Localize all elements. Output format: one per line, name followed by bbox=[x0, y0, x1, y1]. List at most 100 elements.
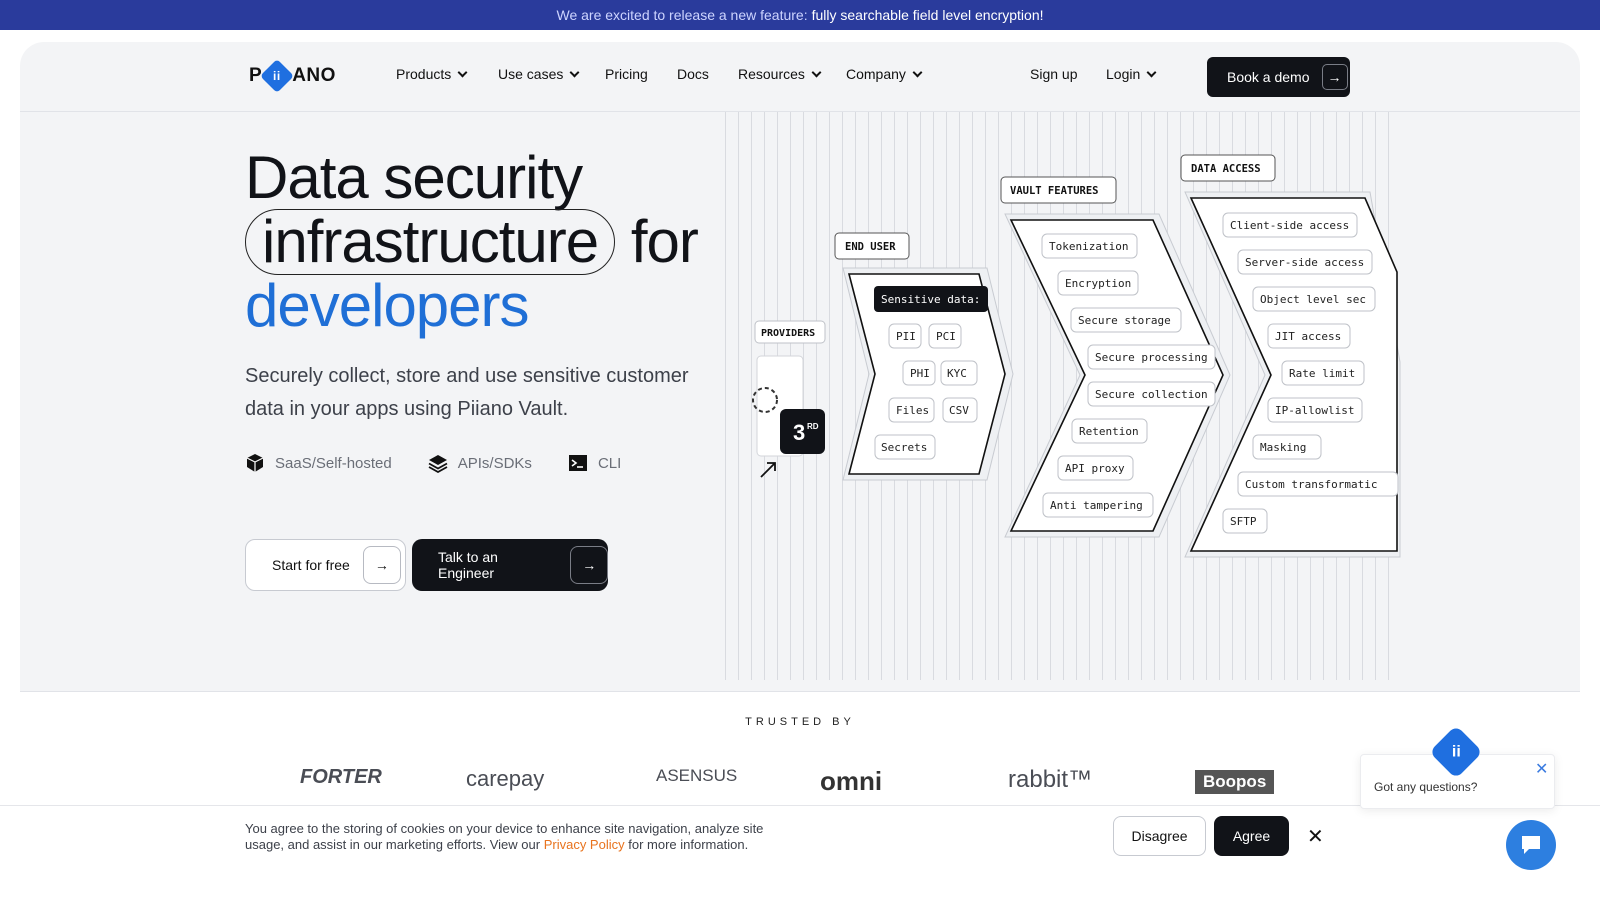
access-server-side: Server-side access bbox=[1245, 256, 1364, 269]
logo-mark-icon: ii bbox=[260, 59, 295, 93]
architecture-diagram: PROVIDERS 3 RD END USER Sensitive data: … bbox=[725, 112, 1401, 680]
hero-title-line3: developers bbox=[245, 272, 530, 339]
hero-title-line2-rest: for bbox=[630, 208, 699, 275]
nav-company-label: Company bbox=[846, 66, 906, 82]
chevron-down-icon bbox=[811, 67, 822, 77]
close-icon[interactable]: ✕ bbox=[1307, 824, 1324, 849]
start-free-button[interactable]: Start for free → bbox=[245, 539, 406, 591]
brand-boopos: Boopos bbox=[1195, 770, 1275, 794]
tag-pci: PCI bbox=[936, 330, 956, 343]
nav-products-label: Products bbox=[396, 66, 452, 82]
chevron-down-icon bbox=[1146, 67, 1157, 77]
start-free-label: Start for free bbox=[272, 557, 350, 573]
feat-tokenization: Tokenization bbox=[1049, 240, 1128, 253]
tag-files: Files bbox=[896, 404, 929, 417]
feature-apis-label: APIs/SDKs bbox=[457, 454, 532, 472]
access-object-level: Object level sec bbox=[1260, 293, 1366, 306]
feat-secure-processing: Secure processing bbox=[1095, 351, 1208, 364]
arrow-right-icon: → bbox=[362, 546, 401, 584]
talk-engineer-button[interactable]: Talk to an Engineer → bbox=[412, 539, 608, 591]
hero-frame: P ii ANO Products Use cases Pricing Docs… bbox=[20, 42, 1580, 692]
providers-label: PROVIDERS bbox=[761, 328, 815, 339]
hero-title-pill: infrastructure bbox=[245, 209, 616, 275]
signup-link[interactable]: Sign up bbox=[1030, 66, 1077, 82]
cookie-text: You agree to the storing of cookies on y… bbox=[245, 821, 765, 853]
nav-use-cases-label: Use cases bbox=[498, 66, 564, 82]
feat-secure-storage: Secure storage bbox=[1078, 314, 1171, 327]
vault-features-label: VAULT FEATURES bbox=[1010, 185, 1099, 197]
nav-resources[interactable]: Resources bbox=[738, 66, 822, 82]
third-badge-num: 3 bbox=[793, 420, 805, 445]
nav-products[interactable]: Products bbox=[396, 66, 468, 82]
book-demo-button[interactable]: Book a demo → bbox=[1207, 57, 1350, 97]
feature-list: SaaS/Self-hosted APIs/SDKs CLI bbox=[245, 453, 621, 473]
brand-forter: FORTER bbox=[300, 766, 382, 788]
feature-saas: SaaS/Self-hosted bbox=[245, 453, 392, 473]
chat-bubble-icon bbox=[1522, 836, 1540, 854]
trusted-by-label: TRUSTED BY bbox=[745, 716, 855, 728]
chevron-down-icon bbox=[569, 67, 580, 77]
chevron-down-icon bbox=[457, 67, 468, 77]
access-masking: Masking bbox=[1260, 441, 1306, 454]
agree-button[interactable]: Agree bbox=[1214, 816, 1289, 856]
talk-engineer-label: Talk to an Engineer bbox=[438, 549, 498, 581]
access-custom-transformation: Custom transformatic bbox=[1245, 478, 1377, 491]
brand-omni: omni bbox=[820, 766, 883, 796]
arrow-right-icon: → bbox=[570, 546, 608, 584]
announcement-lead: We are excited to release a new feature: bbox=[556, 7, 808, 23]
end-user-label: END USER bbox=[845, 241, 896, 253]
feature-cli-label: CLI bbox=[597, 454, 622, 472]
access-rate-limit: Rate limit bbox=[1289, 367, 1355, 380]
chevron-down-icon bbox=[912, 67, 923, 77]
cube-icon bbox=[246, 454, 264, 472]
tag-csv: CSV bbox=[949, 404, 969, 417]
brand-carepay: carepay bbox=[466, 766, 545, 791]
layers-icon bbox=[428, 455, 448, 473]
sensitive-data-heading: Sensitive data: bbox=[881, 293, 980, 306]
tag-secrets: Secrets bbox=[881, 441, 927, 454]
login-menu[interactable]: Login bbox=[1106, 66, 1157, 82]
announcement-bar[interactable]: We are excited to release a new feature:… bbox=[0, 0, 1600, 30]
chat-launcher-button[interactable] bbox=[1506, 820, 1556, 870]
nav-docs[interactable]: Docs bbox=[677, 66, 709, 82]
signup-label: Sign up bbox=[1030, 66, 1078, 82]
feat-anti-tampering: Anti tampering bbox=[1050, 499, 1143, 512]
feat-secure-collection: Secure collection bbox=[1095, 388, 1208, 401]
tag-pii: PII bbox=[896, 330, 916, 343]
tag-phi: PHI bbox=[910, 367, 930, 380]
cookie-text-end: for more information. bbox=[628, 837, 749, 852]
feature-apis: APIs/SDKs bbox=[428, 453, 532, 473]
feature-cli: CLI bbox=[568, 453, 621, 473]
terminal-icon bbox=[568, 455, 587, 471]
nav-use-cases[interactable]: Use cases bbox=[498, 66, 580, 82]
hero-subtitle: Securely collect, store and use sensitiv… bbox=[245, 365, 689, 420]
cookie-banner: You agree to the storing of cookies on y… bbox=[0, 805, 1600, 900]
book-demo-label: Book a demo bbox=[1227, 69, 1310, 85]
access-ip-allowlist: IP-allowlist bbox=[1275, 404, 1354, 417]
announcement-highlight[interactable]: fully searchable field level encryption! bbox=[812, 7, 1044, 23]
access-jit: JIT access bbox=[1275, 330, 1341, 343]
feat-encryption: Encryption bbox=[1065, 277, 1131, 290]
piiano-logo[interactable]: P ii ANO bbox=[249, 59, 336, 93]
login-label: Login bbox=[1106, 66, 1141, 82]
tag-kyc: KYC bbox=[947, 367, 967, 380]
nav-docs-label: Docs bbox=[677, 66, 709, 82]
arrow-right-icon: → bbox=[1321, 64, 1348, 90]
navbar: P ii ANO Products Use cases Pricing Docs… bbox=[20, 42, 1580, 112]
close-icon[interactable]: ✕ bbox=[1535, 759, 1548, 779]
hero-title: Data security infrastructure for develop… bbox=[245, 147, 699, 339]
feat-api-proxy: API proxy bbox=[1065, 462, 1125, 475]
feature-saas-label: SaaS/Self-hosted bbox=[275, 454, 392, 472]
nav-pricing[interactable]: Pricing bbox=[605, 66, 648, 82]
nav-company[interactable]: Company bbox=[846, 66, 923, 82]
third-badge-sup: RD bbox=[807, 422, 819, 431]
nav-resources-label: Resources bbox=[738, 66, 805, 82]
nav-pricing-label: Pricing bbox=[605, 66, 648, 82]
disagree-button[interactable]: Disagree bbox=[1113, 816, 1206, 856]
access-sftp: SFTP bbox=[1230, 515, 1257, 528]
brand-rabbit: rabbit™ bbox=[1008, 766, 1093, 793]
data-access-label: DATA ACCESS bbox=[1191, 163, 1261, 175]
privacy-policy-link[interactable]: Privacy Policy bbox=[544, 837, 625, 852]
chat-prompt: Got any questions? bbox=[1374, 780, 1478, 794]
brand-asensus: ASENSUS bbox=[656, 766, 738, 785]
